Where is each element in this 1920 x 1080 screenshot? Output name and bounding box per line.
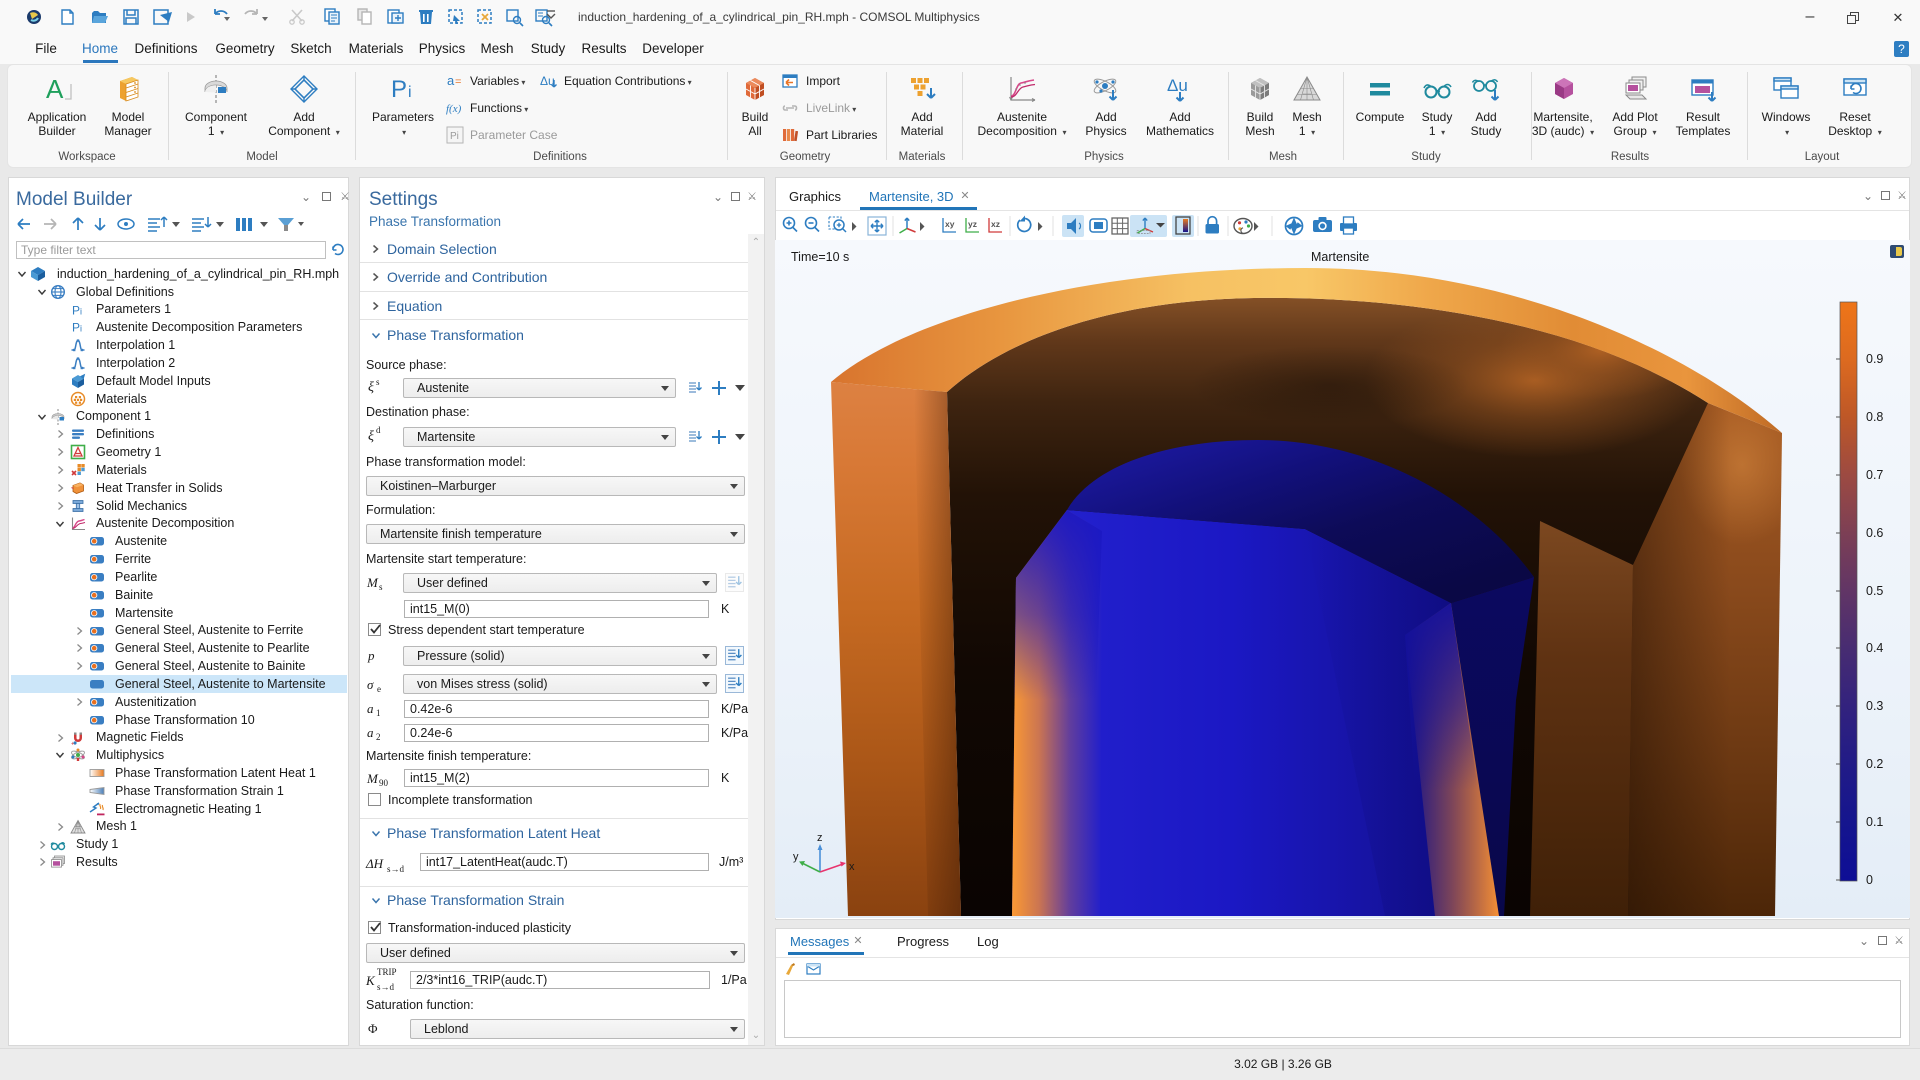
- svg-text:f(x): f(x): [446, 103, 462, 115]
- svg-text:0.5: 0.5: [1866, 584, 1883, 598]
- svg-text:y: y: [793, 851, 799, 863]
- svg-text:0.1: 0.1: [1866, 815, 1883, 829]
- svg-text:0.4: 0.4: [1866, 641, 1883, 655]
- svg-text:0.2: 0.2: [1866, 757, 1883, 771]
- svg-text:0.7: 0.7: [1866, 468, 1883, 482]
- svg-text:x: x: [849, 861, 855, 873]
- svg-text:yz: yz: [968, 219, 977, 229]
- svg-text:Pi: Pi: [450, 131, 459, 142]
- svg-text:0.8: 0.8: [1866, 410, 1883, 424]
- svg-text:A: A: [46, 74, 64, 104]
- svg-text:0: 0: [1866, 873, 1873, 887]
- svg-text:0.3: 0.3: [1866, 699, 1883, 713]
- svg-text:0.6: 0.6: [1866, 526, 1883, 540]
- svg-text:a: a: [447, 73, 455, 88]
- svg-text:Δu: Δu: [1167, 76, 1188, 95]
- svg-text:xz: xz: [991, 219, 1000, 229]
- svg-text:i: i: [408, 84, 412, 101]
- svg-text:0.9: 0.9: [1866, 352, 1883, 366]
- svg-text:P: P: [391, 76, 407, 103]
- svg-text:=: =: [455, 76, 461, 88]
- svg-text:xy: xy: [945, 219, 955, 229]
- svg-text:z: z: [817, 832, 823, 844]
